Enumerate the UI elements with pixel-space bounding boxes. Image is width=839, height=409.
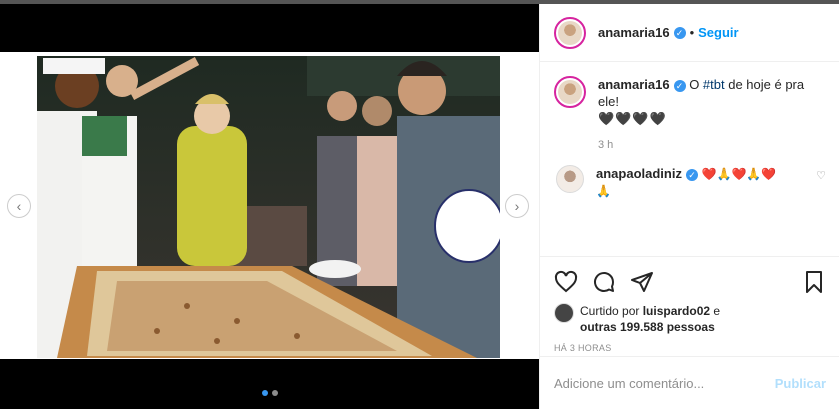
carousel-dot-active: [262, 390, 268, 396]
verified-badge-icon: ✓: [673, 26, 686, 39]
post-actions: Curtido por luispardo02 e outras 199.588…: [540, 256, 839, 353]
post-photo[interactable]: [37, 56, 500, 358]
comment-like-heart-icon[interactable]: ♡: [816, 165, 826, 200]
hashtag-link[interactable]: #tbt: [703, 77, 725, 92]
caption: anamaria16 ✓ O #tbt de hoje é pra ele! 🖤🖤…: [554, 76, 826, 127]
liker-username[interactable]: luispardo02: [643, 304, 710, 318]
comment-input[interactable]: [554, 375, 775, 391]
likes-prefix: Curtido por: [580, 304, 643, 318]
comment-text: ❤️🙏❤️🙏❤️: [701, 167, 777, 181]
carousel-dots: [262, 390, 278, 396]
caption-author-avatar[interactable]: [554, 76, 586, 108]
post-timestamp[interactable]: HÁ 3 HORAS: [554, 343, 826, 353]
bookmark-icon[interactable]: [802, 270, 826, 294]
verified-badge-icon: ✓: [673, 79, 686, 92]
comment-item: anapaoladiniz ✓ ❤️🙏❤️🙏❤️ 🙏 ♡: [554, 165, 826, 200]
chevron-left-icon[interactable]: ‹: [7, 194, 31, 218]
author-username[interactable]: anamaria16: [598, 25, 670, 40]
header-separator: •: [689, 25, 695, 40]
comment-composer: Publicar: [540, 356, 839, 409]
author-avatar[interactable]: [554, 16, 586, 49]
liker-avatar[interactable]: [554, 303, 574, 323]
follow-button[interactable]: Seguir: [698, 25, 738, 40]
chevron-right-icon[interactable]: ›: [505, 194, 529, 218]
heart-icon[interactable]: [554, 270, 578, 294]
post-header: anamaria16 ✓ • Seguir: [540, 4, 839, 62]
action-icons: [554, 267, 826, 297]
caption-author[interactable]: anamaria16: [598, 77, 670, 92]
commenter-avatar[interactable]: [556, 165, 584, 193]
post-side-panel: anamaria16 ✓ • Seguir anamaria16 ✓ O #tbt…: [539, 4, 839, 409]
comments-list: anamaria16 ✓ O #tbt de hoje é pra ele! 🖤🖤…: [540, 62, 839, 254]
likes-connector: e: [710, 304, 721, 318]
verified-badge-icon: ✓: [685, 168, 698, 181]
comment-author[interactable]: anapaoladiniz: [596, 166, 682, 181]
comment-icon[interactable]: [592, 270, 616, 294]
share-icon[interactable]: [630, 270, 654, 294]
carousel-dot: [272, 390, 278, 396]
comment-text-line2: 🙏: [596, 184, 611, 198]
instagram-post-modal: ‹ › anamaria16 ✓ • Seguir anamaria16 ✓ O …: [0, 0, 839, 409]
caption-text-before: O: [689, 77, 703, 92]
likes-others[interactable]: outras 199.588 pessoas: [580, 320, 715, 334]
party-photo-illustration: [37, 56, 500, 358]
post-media: ‹ ›: [0, 4, 539, 409]
publish-button[interactable]: Publicar: [775, 376, 826, 391]
photo-frame: [0, 52, 539, 396]
likes-summary: Curtido por luispardo02 e outras 199.588…: [554, 303, 826, 335]
caption-time[interactable]: 3 h: [598, 139, 826, 151]
caption-hearts: 🖤🖤🖤🖤: [598, 111, 667, 126]
